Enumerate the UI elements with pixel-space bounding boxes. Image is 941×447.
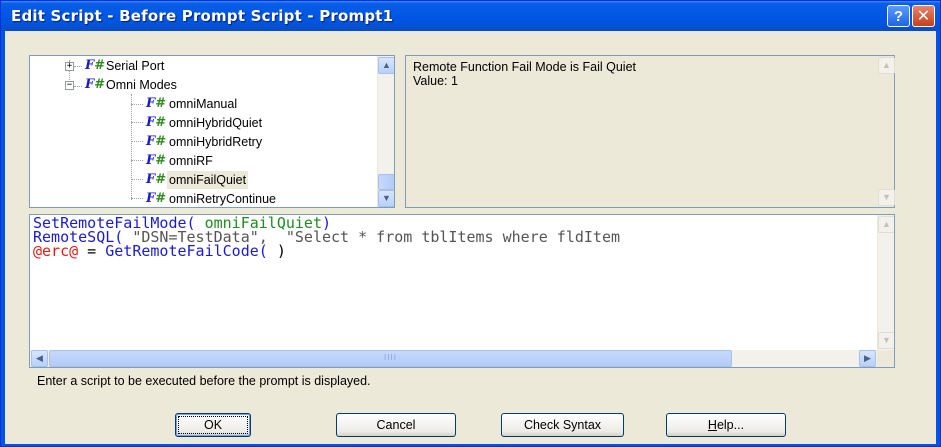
script-editor[interactable]: SetRemoteFailMode( omniFailQuiet) Remote…: [29, 214, 895, 368]
tree-item-omni-modes[interactable]: − F# Omni Modes: [30, 76, 370, 94]
check-syntax-button[interactable]: Check Syntax: [501, 413, 624, 437]
editor-vertical-scrollbar[interactable]: ▲ ▼: [877, 215, 894, 350]
description-vertical-scrollbar[interactable]: ▲ ▼: [877, 56, 895, 207]
grip-icon: IIII: [384, 353, 397, 362]
close-button[interactable]: ✕: [912, 5, 935, 27]
expand-plus-icon[interactable]: +: [65, 62, 74, 71]
tree-item-label: omniRetryContinue: [169, 192, 276, 206]
tree-item-omni-manual[interactable]: F# omniManual: [30, 95, 370, 113]
help-label: elp...: [716, 418, 745, 432]
scroll-thumb[interactable]: IIII: [49, 350, 732, 367]
title-help-button[interactable]: ?: [887, 5, 910, 27]
tree-item-label: Serial Port: [106, 59, 165, 73]
editor-horizontal-scrollbar[interactable]: ◀ IIII ▶: [30, 350, 877, 367]
ok-button[interactable]: OK: [175, 413, 251, 437]
scroll-down-button[interactable]: ▼: [878, 189, 895, 206]
tree-item-label: Omni Modes: [106, 78, 177, 92]
tree-item-label: omniManual: [169, 97, 238, 111]
scroll-left-button[interactable]: ◀: [31, 350, 48, 367]
function-group-icon: F#: [85, 77, 106, 92]
scroll-right-button[interactable]: ▶: [859, 350, 876, 367]
function-icon: F#: [146, 191, 167, 206]
function-icon: F#: [146, 172, 167, 187]
arrow-down-icon: ▼: [382, 193, 391, 203]
scroll-up-button[interactable]: ▲: [878, 57, 895, 74]
tree-item-label: omniHybridQuiet: [169, 116, 263, 130]
scroll-up-button[interactable]: ▲: [878, 216, 894, 233]
scroll-corner: [877, 350, 894, 367]
function-tree[interactable]: + F# Serial Port − F# Omni Modes F# omni…: [29, 55, 395, 208]
help-button[interactable]: Help...: [666, 413, 786, 437]
function-icon: F#: [146, 96, 167, 111]
description-value: Value: 1: [413, 74, 458, 88]
edit-script-dialog: Edit Script - Before Prompt Script - Pro…: [0, 0, 941, 447]
close-icon: ✕: [916, 8, 931, 25]
arrow-down-icon: ▼: [882, 192, 891, 202]
arrow-left-icon: ◀: [36, 353, 43, 363]
title-bar[interactable]: Edit Script - Before Prompt Script - Pro…: [1, 1, 940, 31]
dialog-body: + F# Serial Port − F# Omni Modes F# omni…: [5, 31, 936, 444]
arrow-right-icon: ▶: [864, 353, 871, 363]
window-title: Edit Script - Before Prompt Script - Pro…: [11, 7, 394, 25]
code-line-3: @erc@ = GetRemoteFailCode( ): [33, 242, 286, 260]
tree-item-omni-fail-quiet[interactable]: F# omniFailQuiet: [30, 171, 370, 189]
function-icon: F#: [146, 134, 167, 149]
tree-item-serial-port[interactable]: + F# Serial Port: [30, 57, 370, 75]
function-icon: F#: [146, 153, 167, 168]
tree-vertical-scrollbar[interactable]: ▲ ▼: [377, 56, 394, 207]
help-mnemonic: H: [707, 418, 717, 432]
tree-item-omni-hybrid-retry[interactable]: F# omniHybridRetry: [30, 133, 370, 151]
arrow-up-icon: ▲: [382, 60, 391, 70]
function-group-icon: F#: [85, 58, 106, 73]
cancel-button[interactable]: Cancel: [336, 413, 456, 437]
tree-item-label: omniRF: [169, 154, 213, 168]
tree-item-omni-hybrid-quiet[interactable]: F# omniHybridQuiet: [30, 114, 370, 132]
scroll-up-button[interactable]: ▲: [378, 57, 394, 74]
scroll-down-button[interactable]: ▼: [378, 190, 394, 207]
instructions-text: Enter a script to be executed before the…: [37, 374, 371, 388]
arrow-up-icon: ▲: [882, 219, 891, 229]
question-icon: ?: [893, 7, 904, 25]
description-panel: Remote Function Fail Mode is Fail Quiet …: [405, 55, 895, 208]
arrow-up-icon: ▲: [882, 60, 891, 70]
scroll-down-button[interactable]: ▼: [878, 332, 894, 349]
tree-item-omni-retry-continue[interactable]: F# omniRetryContinue: [30, 190, 370, 207]
scroll-thumb[interactable]: [378, 174, 394, 190]
tree-item-label: omniHybridRetry: [169, 135, 263, 149]
collapse-minus-icon[interactable]: −: [65, 81, 74, 90]
tree-item-label-selected: omniFailQuiet: [167, 171, 249, 189]
description-text: Remote Function Fail Mode is Fail Quiet: [413, 60, 637, 74]
arrow-down-icon: ▼: [882, 335, 891, 345]
tree-item-omni-rf[interactable]: F# omniRF: [30, 152, 370, 170]
function-icon: F#: [146, 115, 167, 130]
